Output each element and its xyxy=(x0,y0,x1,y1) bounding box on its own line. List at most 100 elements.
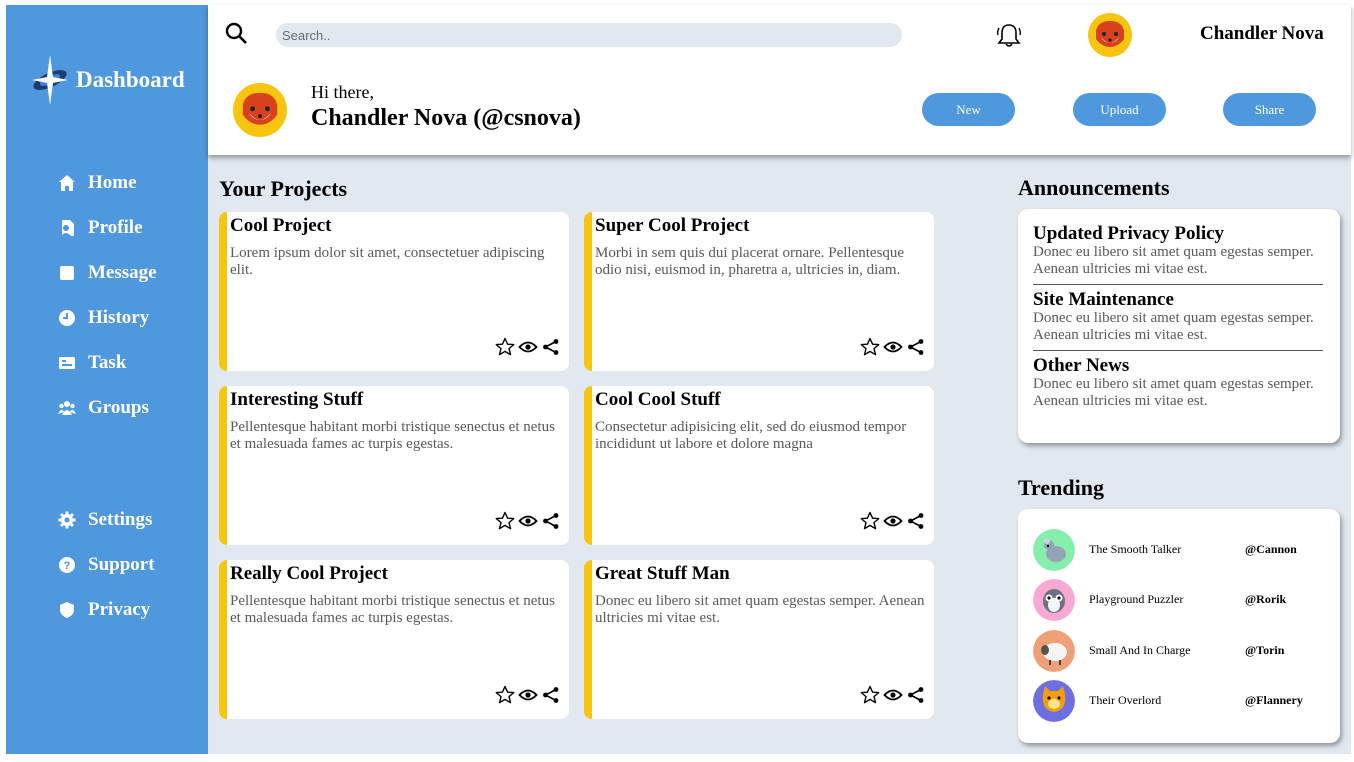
search-icon[interactable] xyxy=(224,21,248,45)
trending-item[interactable]: Small And In Charge @Torin xyxy=(1033,630,1333,672)
project-title: Interesting Stuff xyxy=(230,389,364,410)
header: Chandler Nova Hi there, Chandler Nova (@… xyxy=(208,5,1351,155)
share-icon[interactable] xyxy=(541,685,561,705)
trending-name: The Smooth Talker xyxy=(1089,542,1182,556)
project-card[interactable]: Cool Project Lorem ipsum dolor sit amet, … xyxy=(219,212,569,371)
projects-title: Your Projects xyxy=(219,176,348,201)
project-description: Donec eu libero sit amet quam egestas se… xyxy=(595,593,925,626)
search-input[interactable] xyxy=(276,23,902,47)
sidebar-item-message[interactable]: Message xyxy=(58,262,157,284)
project-card[interactable]: Great Stuff Man Donec eu libero sit amet … xyxy=(584,560,934,719)
sidebar-item-history[interactable]: History xyxy=(58,307,149,329)
brand[interactable]: Dashboard xyxy=(30,53,185,107)
groups-icon xyxy=(58,401,76,415)
sidebar-item-label: Privacy xyxy=(88,599,151,620)
trending-handle[interactable]: @Cannon xyxy=(1245,542,1297,557)
cat-icon xyxy=(1033,680,1075,722)
share-icon[interactable] xyxy=(541,511,561,531)
share-button[interactable]: Share xyxy=(1223,93,1316,126)
project-actions xyxy=(495,337,561,357)
trending-name: Their Overlord xyxy=(1089,693,1162,707)
trending-item[interactable]: Playground Puzzler @Rorik xyxy=(1033,579,1333,621)
profile-avatar[interactable] xyxy=(233,83,287,137)
announcements-panel: Updated Privacy Policy Donec eu libero s… xyxy=(1018,209,1340,443)
project-actions xyxy=(860,511,926,531)
eye-icon[interactable] xyxy=(518,337,538,357)
project-card[interactable]: Really Cool Project Pellentesque habitant… xyxy=(219,560,569,719)
share-icon[interactable] xyxy=(541,337,561,357)
greeting: Hi there, xyxy=(311,82,374,102)
sidebar-item-groups[interactable]: Groups xyxy=(58,397,149,419)
project-card[interactable]: Super Cool Project Morbi in sem quis dui … xyxy=(584,212,934,371)
project-description: Lorem ipsum dolor sit amet, consectetuer… xyxy=(230,245,545,278)
bell-icon[interactable] xyxy=(996,21,1022,49)
app-frame: Dashboard Home Profile Message History T… xyxy=(6,5,1351,754)
sidebar-item-label: Profile xyxy=(88,217,143,238)
sidebar-item-profile[interactable]: Profile xyxy=(58,217,143,239)
sheep-icon xyxy=(1033,630,1075,672)
user-name[interactable]: Chandler Nova xyxy=(1200,23,1324,45)
trending-title: Trending xyxy=(1018,475,1104,500)
announcement-item[interactable]: Other News Donec eu libero sit amet quam… xyxy=(1033,355,1323,410)
divider xyxy=(1033,284,1323,285)
message-icon xyxy=(60,266,74,280)
star-icon[interactable] xyxy=(495,511,515,531)
trending-handle[interactable]: @Flannery xyxy=(1245,693,1303,708)
project-card[interactable]: Cool Cool Stuff Consectetur adipisicing e… xyxy=(584,386,934,545)
share-icon[interactable] xyxy=(906,337,926,357)
sidebar-item-privacy[interactable]: Privacy xyxy=(58,599,150,621)
new-button[interactable]: New xyxy=(922,93,1015,126)
sidebar-item-label: History xyxy=(88,307,150,328)
history-icon xyxy=(59,310,75,326)
announcement-item[interactable]: Site Maintenance Donec eu libero sit ame… xyxy=(1033,289,1323,344)
project-card[interactable]: Interesting Stuff Pellentesque habitant m… xyxy=(219,386,569,545)
sidebar: Dashboard Home Profile Message History T… xyxy=(6,5,208,754)
upload-button[interactable]: Upload xyxy=(1073,93,1166,126)
project-description: Consectetur adipisicing elit, sed do eiu… xyxy=(595,419,907,452)
project-title: Super Cool Project xyxy=(595,215,750,236)
avatar[interactable] xyxy=(1088,13,1132,57)
trending-handle[interactable]: @Torin xyxy=(1245,643,1284,658)
project-title: Great Stuff Man xyxy=(595,563,730,584)
star-icon[interactable] xyxy=(860,511,880,531)
eye-icon[interactable] xyxy=(518,685,538,705)
project-title: Cool Project xyxy=(230,215,332,236)
sidebar-item-label: Groups xyxy=(88,397,149,418)
project-actions xyxy=(860,337,926,357)
sidebar-item-home[interactable]: Home xyxy=(58,172,137,194)
sidebar-item-label: Support xyxy=(88,554,155,575)
trending-item[interactable]: The Smooth Talker @Cannon xyxy=(1033,529,1333,571)
star-icon[interactable] xyxy=(860,337,880,357)
trending-handle[interactable]: @Rorik xyxy=(1245,592,1286,607)
task-icon xyxy=(59,357,75,369)
sidebar-item-label: Home xyxy=(88,172,137,193)
announcement-item[interactable]: Updated Privacy Policy Donec eu libero s… xyxy=(1033,223,1323,278)
share-icon[interactable] xyxy=(906,511,926,531)
eye-icon[interactable] xyxy=(883,685,903,705)
sidebar-item-support[interactable]: ? Support xyxy=(58,554,155,576)
sidebar-item-label: Task xyxy=(88,352,127,373)
star-icon[interactable] xyxy=(860,685,880,705)
announcement-title: Site Maintenance xyxy=(1033,289,1174,310)
sidebar-item-settings[interactable]: Settings xyxy=(58,509,152,531)
share-icon[interactable] xyxy=(906,685,926,705)
profile-icon xyxy=(61,220,74,236)
announcement-text: Donec eu libero sit amet quam egestas se… xyxy=(1033,244,1314,277)
trending-panel: The Smooth Talker @Cannon Playground Puz… xyxy=(1018,509,1340,743)
project-actions xyxy=(495,685,561,705)
project-title: Really Cool Project xyxy=(230,563,388,584)
shield-icon xyxy=(60,602,74,618)
eye-icon[interactable] xyxy=(883,511,903,531)
project-description: Pellentesque habitant morbi tristique se… xyxy=(230,593,555,626)
star-icon[interactable] xyxy=(495,685,515,705)
trending-name: Playground Puzzler xyxy=(1089,592,1184,606)
trending-item[interactable]: Their Overlord @Flannery xyxy=(1033,680,1333,722)
eye-icon[interactable] xyxy=(518,511,538,531)
announcements-title: Announcements xyxy=(1018,175,1170,200)
galaxy-logo-icon xyxy=(32,55,68,105)
project-title: Cool Cool Stuff xyxy=(595,389,721,410)
star-icon[interactable] xyxy=(495,337,515,357)
sidebar-item-task[interactable]: Task xyxy=(58,352,126,374)
eye-icon[interactable] xyxy=(883,337,903,357)
divider xyxy=(1033,350,1323,351)
